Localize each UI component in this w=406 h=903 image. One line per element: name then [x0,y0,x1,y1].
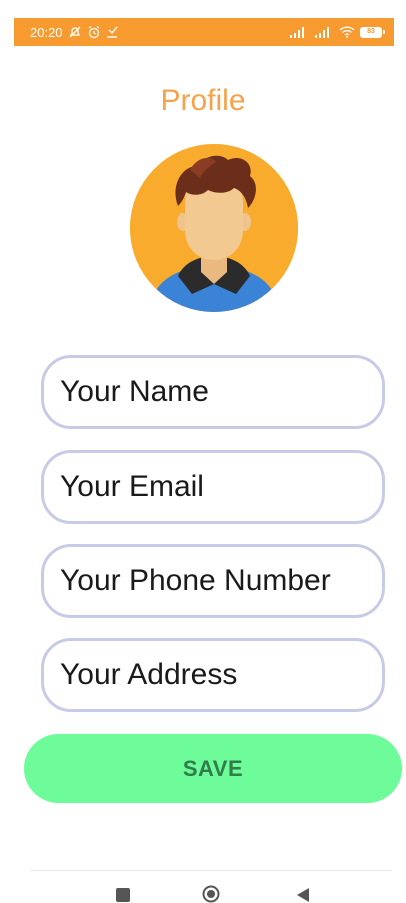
alarm-icon [87,25,101,39]
status-time: 20:20 [30,24,63,40]
wifi-icon [339,26,355,38]
download-icon [106,25,118,39]
email-field[interactable]: Your Email [41,450,385,524]
profile-screen: 20:20 83 Profile Your Name Your Email Yo… [0,0,406,903]
notification-off-icon [68,25,82,39]
page-title: Profile [160,84,246,117]
battery-icon: 83 [360,26,385,38]
status-right: 83 [289,26,385,38]
back-icon[interactable] [296,887,310,903]
signal-icon [289,26,309,38]
navigation-bar [0,878,406,903]
home-icon[interactable] [202,885,220,903]
phone-field[interactable]: Your Phone Number [41,544,385,618]
save-button[interactable]: SAVE [24,734,402,803]
signal-icon [314,26,334,38]
status-bar: 20:20 83 [14,18,394,46]
status-left: 20:20 [30,25,118,40]
user-avatar-icon[interactable] [130,144,298,312]
recents-icon[interactable] [116,888,130,902]
address-field[interactable]: Your Address [41,638,385,712]
name-field[interactable]: Your Name [41,355,385,429]
nav-divider [30,870,392,871]
